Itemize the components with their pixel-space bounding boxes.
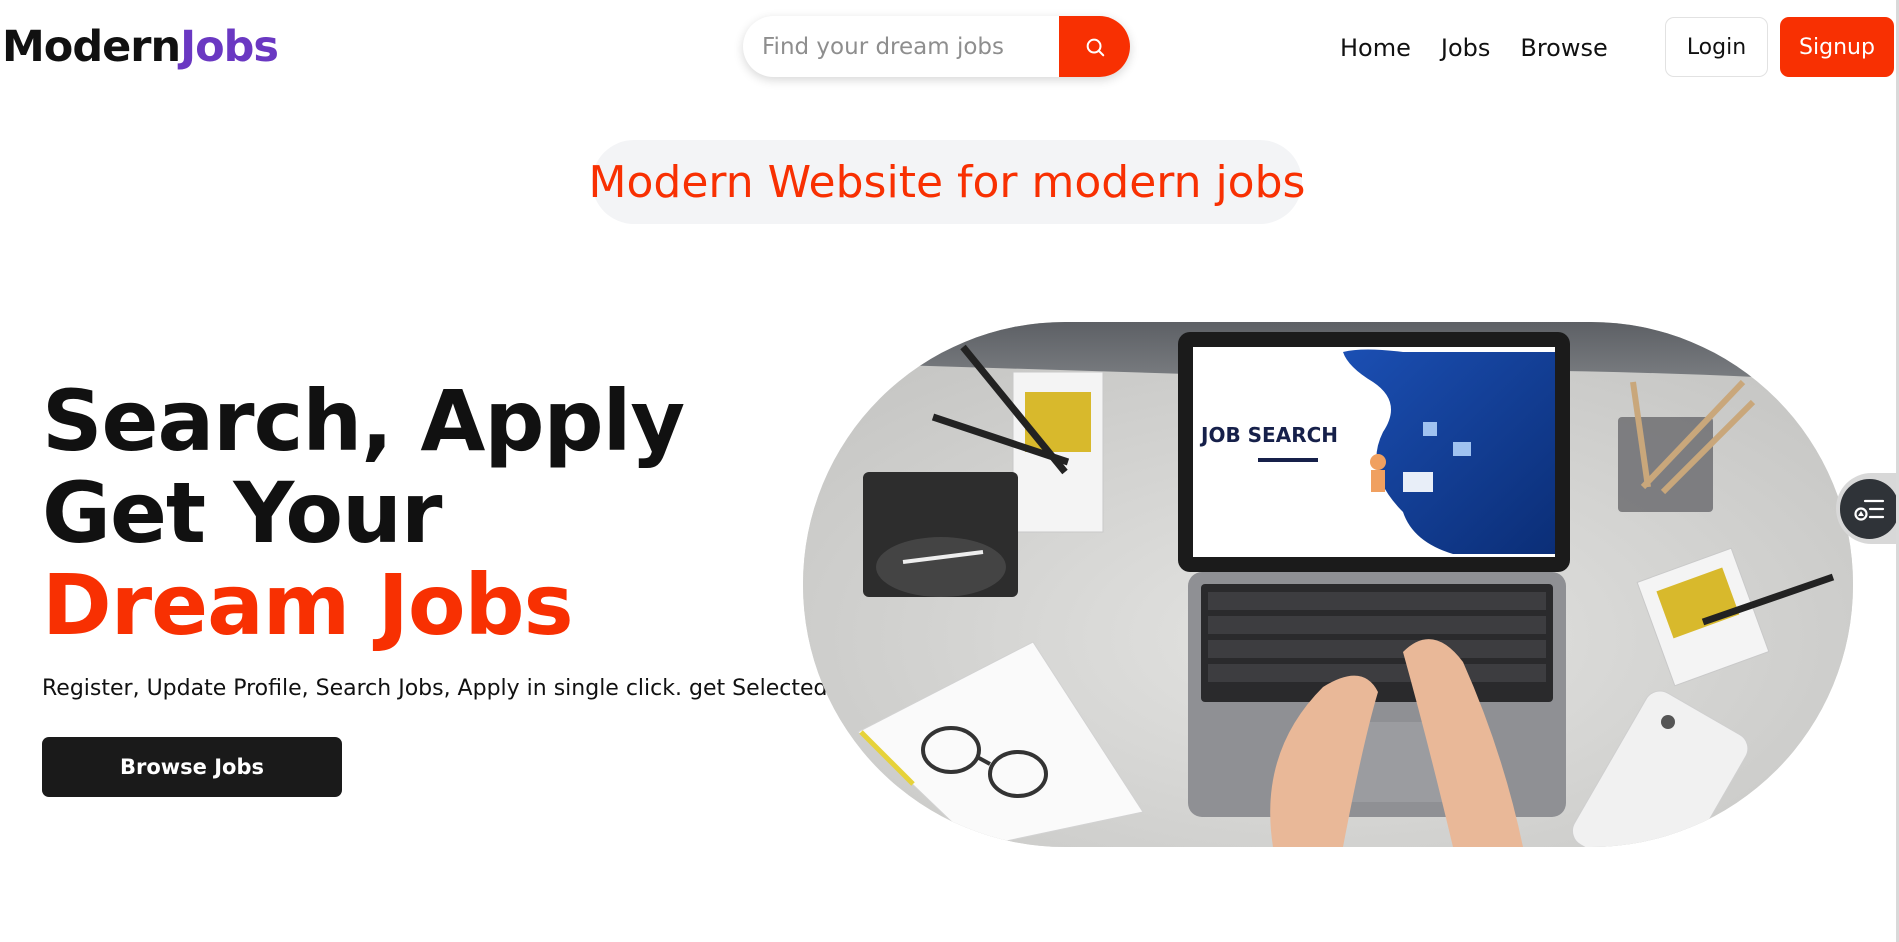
browse-jobs-button[interactable]: Browse Jobs: [42, 737, 342, 797]
navbar: ModernJobs Home Jobs Browse Login Signup: [0, 0, 1899, 100]
hero-title: Search, Apply Get Your Dream Jobs: [42, 372, 685, 654]
search-bar: [743, 16, 1130, 77]
main-nav: Home Jobs Browse: [1340, 34, 1608, 62]
login-button[interactable]: Login: [1665, 17, 1768, 77]
hero-subtitle: Register, Update Profile, Search Jobs, A…: [42, 676, 846, 701]
side-widget[interactable]: [1836, 473, 1899, 544]
hero-title-line3: Dream Jobs: [42, 556, 574, 654]
search-input[interactable]: [743, 16, 1059, 77]
search-button[interactable]: [1059, 16, 1130, 77]
logo-text-modern: Modern: [2, 22, 181, 72]
nav-jobs[interactable]: Jobs: [1441, 34, 1491, 62]
screen-job-search-text: JOB SEARCH: [1199, 423, 1338, 447]
logo[interactable]: ModernJobs: [2, 22, 279, 72]
hero-title-line1: Search, Apply: [42, 372, 685, 470]
nav-home[interactable]: Home: [1340, 34, 1411, 62]
nav-browse[interactable]: Browse: [1520, 34, 1607, 62]
search-icon: [1086, 38, 1104, 56]
tagline-pill: Modern Website for modern jobs: [589, 140, 1305, 224]
hero-illustration: JOB SEARCH: [803, 322, 1853, 847]
hero-image: JOB SEARCH: [803, 322, 1853, 847]
accessibility-menu-icon: [1853, 499, 1884, 521]
accessibility-menu-button[interactable]: [1840, 478, 1899, 539]
signup-button[interactable]: Signup: [1780, 17, 1894, 77]
logo-text-jobs: Jobs: [180, 22, 279, 72]
hero-title-line2: Get Your: [42, 464, 442, 562]
